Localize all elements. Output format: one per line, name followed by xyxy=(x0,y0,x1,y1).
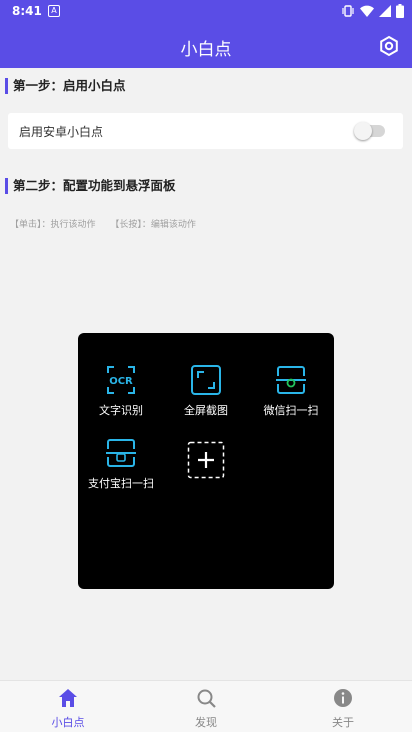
notification-icon: A xyxy=(48,5,60,17)
floating-panel: OCR 文字识别 全屏截图 微信扫一扫 支付宝扫一扫 xyxy=(78,333,334,589)
hint-long: 【长按】：编辑该动作 xyxy=(110,220,196,230)
vibrate-icon xyxy=(342,5,354,17)
info-icon xyxy=(334,689,352,707)
nav-label: 发现 xyxy=(195,716,217,729)
settings-gear-icon[interactable] xyxy=(378,35,400,57)
panel-item-wechat-scan[interactable]: 微信扫一扫 xyxy=(249,364,333,418)
panel-item-label: 微信扫一扫 xyxy=(263,404,319,417)
home-icon xyxy=(59,689,77,707)
svg-text:OCR: OCR xyxy=(109,376,133,387)
wifi-icon xyxy=(360,5,374,17)
panel-item-label: 全屏截图 xyxy=(184,404,228,417)
signal-icon xyxy=(379,5,391,17)
enable-label: 启用安卓小白点 xyxy=(19,125,104,139)
wechat-scan-icon xyxy=(276,366,306,394)
enable-toggle[interactable] xyxy=(354,122,385,140)
ocr-icon: OCR xyxy=(107,366,135,394)
app-bar: 小白点 xyxy=(0,24,412,68)
step1-title: 第一步：启用小白点 xyxy=(5,78,126,94)
status-time: 8:41 xyxy=(12,4,42,18)
hint-text: 【单击】：执行该动作 【长按】：编辑该动作 xyxy=(10,217,208,230)
panel-item-ocr[interactable]: OCR 文字识别 xyxy=(79,364,163,418)
panel-item-alipay-scan[interactable]: 支付宝扫一扫 xyxy=(79,437,163,491)
nav-item-home[interactable]: 小白点 xyxy=(28,687,108,730)
app-title: 小白点 xyxy=(180,40,232,60)
nav-label: 小白点 xyxy=(51,716,85,729)
panel-add-button[interactable] xyxy=(164,441,248,483)
hint-tap: 【单击】：执行该动作 xyxy=(10,220,96,230)
panel-item-label: 文字识别 xyxy=(99,404,143,417)
panel-item-label: 支付宝扫一扫 xyxy=(88,477,154,490)
enable-card[interactable]: 启用安卓小白点 xyxy=(8,113,403,149)
nav-item-discover[interactable]: 发现 xyxy=(166,687,246,730)
main-content: 第一步：启用小白点 启用安卓小白点 第二步：配置功能到悬浮面板 【单击】：执行该… xyxy=(0,68,412,680)
toggle-knob xyxy=(354,122,372,140)
alipay-scan-icon xyxy=(106,439,136,467)
status-icons xyxy=(341,4,404,18)
add-icon xyxy=(187,441,225,479)
step2-title: 第二步：配置功能到悬浮面板 xyxy=(5,178,176,194)
search-icon xyxy=(197,689,216,708)
bottom-nav: 小白点 发现 关于 xyxy=(0,680,412,732)
fullscreen-screenshot-icon xyxy=(191,365,221,395)
nav-item-about[interactable]: 关于 xyxy=(303,687,383,730)
nav-label: 关于 xyxy=(332,716,354,729)
panel-item-fullscreen-screenshot[interactable]: 全屏截图 xyxy=(164,364,248,418)
battery-icon xyxy=(396,4,404,18)
status-bar: 8:41 A xyxy=(0,0,412,24)
